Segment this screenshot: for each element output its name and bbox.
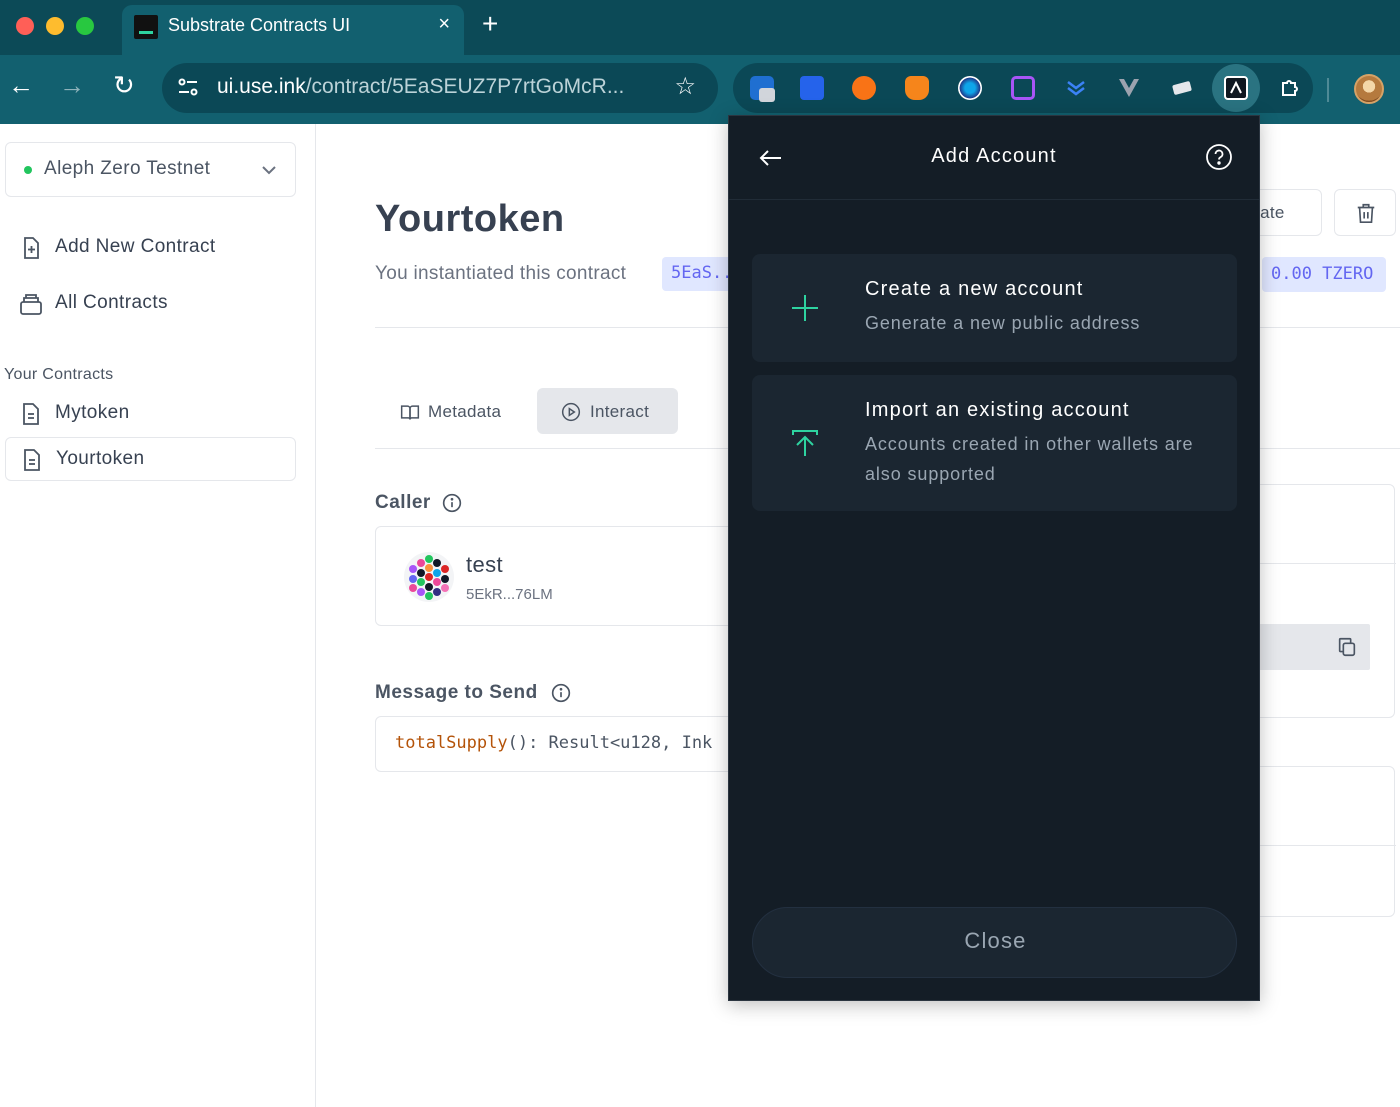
tag-extension-icon[interactable]: [1011, 76, 1035, 100]
message-signature-rest: (): Result<u128, Ink: [507, 733, 713, 753]
delete-button[interactable]: [1334, 189, 1396, 236]
your-contracts-heading: Your Contracts: [4, 366, 114, 383]
contract-address-badge[interactable]: 5EaS...: [662, 257, 732, 291]
caller-label: Caller: [375, 492, 431, 513]
browser-toolbar: ← → ↻ ui.use.ink/contract/5EaSEUZ7P7rtGo…: [0, 55, 1400, 124]
popup-title: Add Account: [931, 145, 1057, 167]
outcome-card: [1240, 484, 1396, 718]
message-signature: totalSupply(): Result<u128, Ink: [395, 733, 712, 753]
document-icon: [23, 403, 39, 425]
page-title: Yourtoken: [375, 198, 565, 240]
import-account-option[interactable]: Import an existing account Accounts crea…: [752, 375, 1237, 511]
book-open-icon: [400, 405, 420, 420]
vue-devtools-extension-icon[interactable]: [1117, 76, 1141, 100]
reload-button[interactable]: ↻: [113, 70, 135, 101]
close-button[interactable]: Close: [752, 907, 1237, 978]
site-settings-icon[interactable]: [176, 75, 200, 99]
plus-icon: [792, 295, 818, 321]
sidebar-item-add-new-contract[interactable]: Add New Contract: [5, 226, 296, 270]
new-tab-button[interactable]: +: [482, 8, 498, 40]
subwallet-extension-icon: [1224, 76, 1248, 100]
message-function-name: totalSupply: [395, 733, 508, 753]
document-icon: [24, 449, 40, 471]
help-circle-icon[interactable]: [1205, 143, 1233, 171]
caller-address: 5EkR...76LM: [466, 586, 553, 603]
instantiated-text: You instantiated this contract: [375, 263, 627, 284]
layers-extension-icon[interactable]: [1064, 76, 1088, 100]
sidebar-item-yourtoken[interactable]: Yourtoken: [5, 437, 296, 481]
dotsama-extension-icon[interactable]: [750, 76, 775, 102]
option-description: Accounts created in other wallets are al…: [865, 434, 1194, 484]
divider: [1241, 845, 1396, 846]
extensions-bar: [733, 63, 1313, 113]
option-description: Generate a new public address: [865, 313, 1141, 333]
network-label: Aleph Zero Testnet: [44, 158, 211, 179]
sidebar-item-label: Yourtoken: [56, 448, 145, 469]
sidebar-item-label: Add New Contract: [55, 236, 216, 257]
ticket-extension-icon[interactable]: [1170, 76, 1194, 100]
profile-avatar[interactable]: [1354, 74, 1384, 104]
bookmark-star-icon[interactable]: ☆: [674, 72, 696, 101]
upload-arrow-icon: [792, 430, 818, 456]
sidebar-item-label: Mytoken: [55, 402, 130, 423]
network-status-dot: [24, 166, 32, 174]
tab-label: Interact: [590, 402, 650, 421]
message-to-send-label: Message to Send: [375, 682, 538, 703]
info-icon[interactable]: [442, 493, 462, 513]
archive-icon: [20, 294, 42, 315]
sidebar-item-label: All Contracts: [55, 292, 168, 313]
tab-title: Substrate Contracts UI: [168, 15, 351, 35]
tab-label: Metadata: [428, 402, 502, 421]
info-icon[interactable]: [551, 683, 571, 703]
details-card: [1240, 766, 1396, 917]
browser-tab-bar: Substrate Contracts UI × +: [0, 0, 1400, 55]
document-plus-icon: [24, 237, 39, 259]
add-account-popup: Add Account Create a new account Generat…: [728, 115, 1260, 1001]
sidebar-item-mytoken[interactable]: Mytoken: [5, 392, 296, 436]
browser-tab[interactable]: Substrate Contracts UI ×: [122, 5, 464, 55]
url-host: ui.use.ink: [217, 75, 306, 98]
tab-metadata[interactable]: Metadata: [388, 388, 524, 434]
window-zoom-button[interactable]: [76, 17, 94, 35]
talisman-extension-icon[interactable]: [852, 76, 876, 100]
extensions-puzzle-icon[interactable]: [1278, 76, 1302, 100]
window-close-button[interactable]: [16, 17, 34, 35]
forward-button[interactable]: →: [59, 70, 85, 101]
metamask-extension-icon[interactable]: [905, 76, 929, 100]
play-circle-icon: [561, 402, 581, 422]
close-label: Close: [964, 928, 1027, 953]
subwallet-extension-button[interactable]: [1212, 64, 1260, 112]
popup-header: Add Account: [729, 116, 1259, 200]
address-bar[interactable]: ui.use.ink/contract/5EaSEUZ7P7rtGoMcR...…: [162, 63, 718, 113]
trash-icon: [1357, 203, 1375, 223]
sidebar-item-all-contracts[interactable]: All Contracts: [5, 282, 296, 326]
url-path: /contract/5EaSEUZ7P7rtGoMcR...: [305, 75, 625, 98]
copy-icon[interactable]: [1336, 636, 1358, 658]
wallet-extension-icon[interactable]: [800, 76, 824, 100]
back-button[interactable]: ←: [8, 70, 34, 101]
caller-name: test: [466, 552, 504, 577]
sidebar: Aleph Zero Testnet Add New Contract All …: [0, 124, 316, 1107]
option-title: Create a new account: [865, 278, 1084, 300]
tab-interact[interactable]: Interact: [537, 388, 678, 434]
network-select[interactable]: Aleph Zero Testnet: [5, 142, 296, 197]
tab-favicon-icon: [134, 15, 158, 39]
polkadot-js-extension-icon[interactable]: [958, 76, 982, 100]
url-text[interactable]: ui.use.ink/contract/5EaSEUZ7P7rtGoMcR...: [217, 75, 624, 99]
identicon-avatar: [404, 552, 454, 602]
toolbar-separator: [1327, 78, 1329, 102]
divider: [1241, 563, 1396, 564]
tab-close-icon[interactable]: ×: [438, 13, 450, 36]
window-minimize-button[interactable]: [46, 17, 64, 35]
create-account-option[interactable]: Create a new account Generate a new publ…: [752, 254, 1237, 362]
balance-badge: 0.00 TZERO: [1262, 257, 1386, 292]
option-title: Import an existing account: [865, 399, 1130, 421]
chevron-down-icon: [262, 166, 276, 175]
